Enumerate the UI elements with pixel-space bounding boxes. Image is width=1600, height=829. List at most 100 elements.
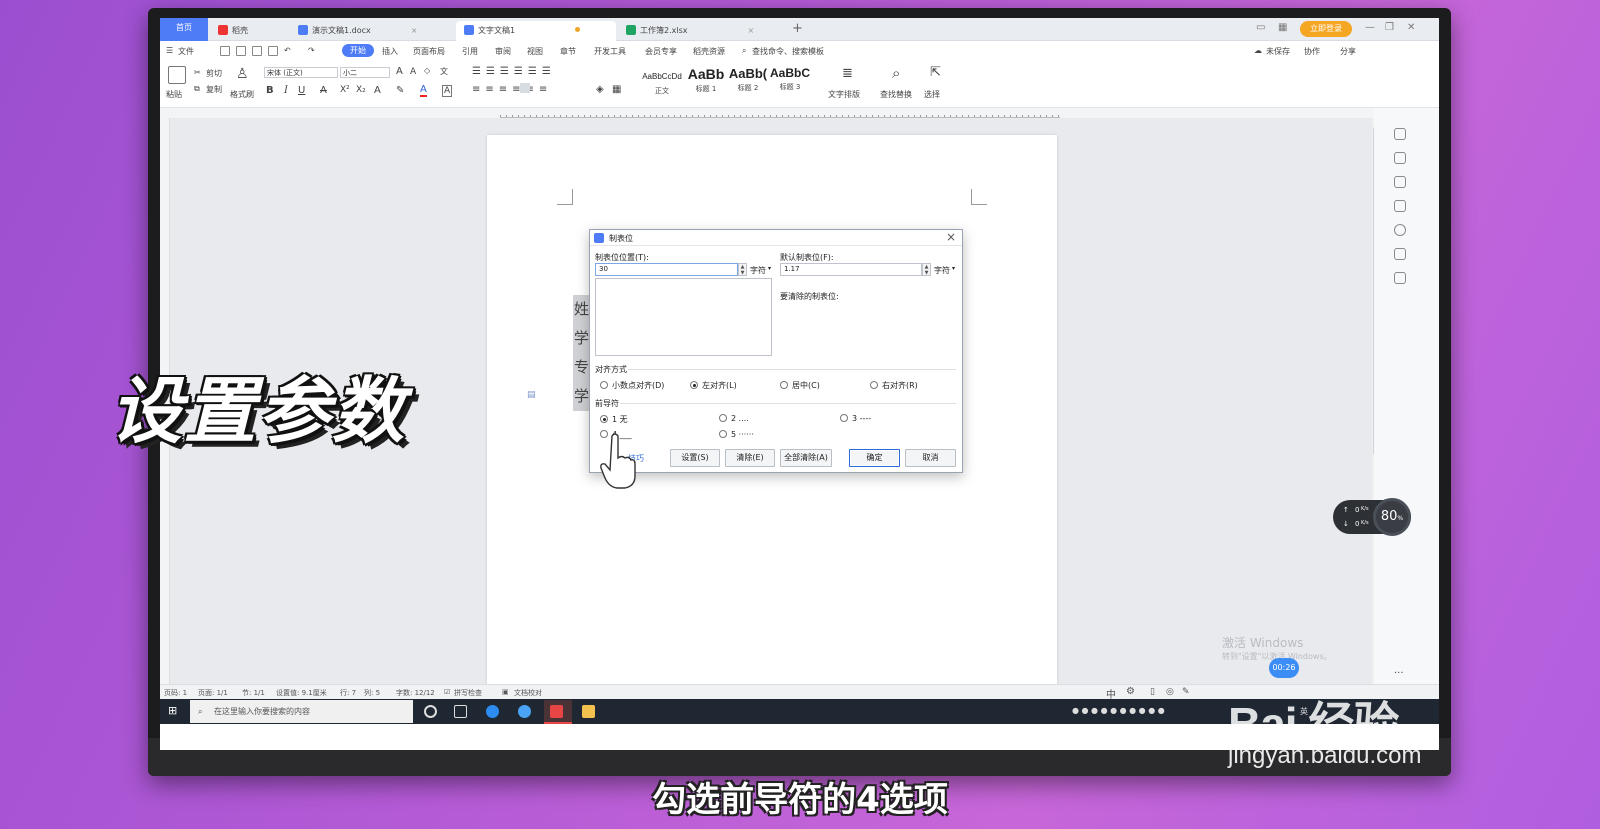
- size-select[interactable]: 小二: [340, 67, 390, 78]
- chevron-down-icon[interactable]: ▾: [952, 265, 955, 272]
- shading-icon[interactable]: ◈: [596, 84, 604, 95]
- tab-position-list[interactable]: [595, 278, 772, 356]
- font-grow-icon[interactable]: A: [396, 66, 403, 77]
- leader-dots-radio[interactable]: 2 ....: [719, 414, 749, 423]
- superscript-icon[interactable]: X²: [340, 85, 350, 95]
- share-button[interactable]: 分享: [1340, 46, 1356, 57]
- cortana-icon[interactable]: [424, 705, 437, 718]
- style-icon[interactable]: [1394, 128, 1406, 140]
- grid-icon[interactable]: ▦: [1278, 22, 1287, 33]
- menu-chapter[interactable]: 章节: [560, 46, 576, 57]
- tray-icons[interactable]: ● ● ● ● ● ● ● ● ● ●: [1072, 706, 1165, 715]
- redo-icon[interactable]: ↷: [308, 46, 315, 55]
- chevron-down-icon[interactable]: ▾: [768, 265, 771, 272]
- menu-reference[interactable]: 引用: [462, 46, 478, 57]
- char-border-icon[interactable]: A: [442, 85, 453, 97]
- new-tab-icon[interactable]: +: [792, 21, 803, 36]
- export-icon[interactable]: [236, 46, 246, 56]
- style-h2[interactable]: AaBb( 标题 2: [726, 66, 770, 96]
- save-icon[interactable]: [220, 46, 230, 56]
- minimize-icon[interactable]: —: [1365, 22, 1375, 33]
- pinyin-icon[interactable]: 文: [440, 66, 448, 77]
- menu-icon[interactable]: ☰: [166, 46, 173, 55]
- clear-all-button[interactable]: 全部清除(A): [780, 449, 832, 467]
- copy-button[interactable]: 复制: [206, 84, 222, 95]
- document-text[interactable]: 姓 学 专 学: [573, 295, 589, 411]
- menu-layout[interactable]: 页面布局: [413, 46, 445, 57]
- paste-button[interactable]: 粘贴: [166, 89, 182, 100]
- edge-icon[interactable]: [518, 705, 531, 718]
- default-tab-input[interactable]: 1.17: [780, 263, 922, 276]
- restore-icon[interactable]: ❐: [1385, 22, 1394, 33]
- map-pin-icon[interactable]: [1394, 272, 1406, 284]
- align-icons[interactable]: ≡≡≡≡≡≡: [472, 84, 552, 95]
- close-icon[interactable]: ×: [946, 230, 956, 244]
- print-icon[interactable]: [252, 46, 262, 56]
- settings-icon[interactable]: ⚙: [1126, 686, 1135, 697]
- share-screen-icon[interactable]: [1394, 248, 1406, 260]
- tab-docer[interactable]: 稻壳: [210, 21, 256, 41]
- format-painter-button[interactable]: 格式刷: [230, 89, 254, 100]
- default-tab-unit[interactable]: 字符: [934, 265, 950, 276]
- ok-button[interactable]: 确定: [849, 449, 900, 467]
- pointer-icon[interactable]: [1394, 176, 1406, 188]
- tab-home[interactable]: 首页: [160, 18, 208, 41]
- write-mode-icon[interactable]: ✎: [1182, 687, 1190, 697]
- menu-docer[interactable]: 稻壳资源: [693, 46, 725, 57]
- leader-none-radio[interactable]: 1 无: [600, 414, 628, 425]
- menu-review[interactable]: 审阅: [495, 46, 511, 57]
- close-icon[interactable]: ×: [748, 26, 755, 35]
- read-mode-icon[interactable]: ▯: [1150, 687, 1155, 697]
- align-decimal-radio[interactable]: 小数点对齐(D): [600, 380, 664, 391]
- login-button[interactable]: 立即登录: [1300, 21, 1352, 37]
- select-button[interactable]: 选择: [924, 89, 940, 100]
- windows-start-icon[interactable]: ⊞: [168, 704, 181, 717]
- tab-position-unit[interactable]: 字符: [750, 265, 766, 276]
- underline-icon[interactable]: U: [298, 85, 305, 96]
- font-shrink-icon[interactable]: A: [410, 67, 416, 77]
- align-right-radio[interactable]: 右对齐(R): [870, 380, 918, 391]
- menu-file[interactable]: 文件: [178, 46, 194, 57]
- paste-options-icon[interactable]: ▤: [527, 390, 536, 400]
- help-icon[interactable]: [1394, 224, 1406, 236]
- unsaved-label[interactable]: 未保存: [1266, 46, 1290, 57]
- border-icon[interactable]: ▦: [612, 84, 621, 95]
- strikethrough-icon[interactable]: A: [320, 85, 327, 96]
- web-mode-icon[interactable]: ◎: [1166, 687, 1174, 697]
- font-color-icon[interactable]: A: [420, 84, 427, 97]
- tab-position-input[interactable]: 30: [595, 263, 738, 276]
- tab-position-spinner[interactable]: ▲ ▼: [738, 263, 747, 276]
- menu-view[interactable]: 视图: [527, 46, 543, 57]
- menu-member[interactable]: 会员专享: [645, 46, 677, 57]
- font-select[interactable]: 宋体 (正文): [264, 67, 338, 78]
- text-effect-icon[interactable]: A: [374, 85, 381, 96]
- proofread-button[interactable]: 文档校对: [514, 688, 542, 698]
- align-center-radio[interactable]: 居中(C): [780, 380, 820, 391]
- highlight-icon[interactable]: ✎: [396, 85, 404, 96]
- menu-devtools[interactable]: 开发工具: [594, 46, 626, 57]
- text-layout-button[interactable]: 文字排版: [828, 89, 860, 100]
- clear-button[interactable]: 清除(E): [725, 449, 775, 467]
- close-window-icon[interactable]: ✕: [1407, 22, 1415, 33]
- status-words[interactable]: 字数: 12/12: [396, 688, 435, 698]
- layout-icon[interactable]: ▭: [1256, 22, 1265, 33]
- pen-icon[interactable]: [1394, 152, 1406, 164]
- subscript-icon[interactable]: X₂: [356, 85, 366, 95]
- menu-start[interactable]: 开始: [342, 44, 374, 57]
- menu-insert[interactable]: 插入: [382, 46, 398, 57]
- collab-button[interactable]: 协作: [1304, 46, 1320, 57]
- align-left-radio[interactable]: 左对齐(L): [690, 380, 737, 391]
- cancel-button[interactable]: 取消: [905, 449, 956, 467]
- style-normal[interactable]: AaBbCcDd 正文: [640, 66, 684, 96]
- style-h3[interactable]: AaBbC 标题 3: [768, 66, 812, 96]
- leader-dashes-radio[interactable]: 3 ----: [840, 414, 871, 423]
- find-replace-button[interactable]: 查找替换: [880, 89, 912, 100]
- task-view-icon[interactable]: [454, 705, 467, 718]
- eraser-icon[interactable]: ◇: [424, 66, 430, 75]
- close-icon[interactable]: ×: [411, 26, 418, 35]
- taskbar-search[interactable]: ⌕ 在这里输入你要搜索的内容: [190, 700, 413, 723]
- folder-icon[interactable]: [582, 705, 595, 718]
- spell-check-button[interactable]: 拼写检查: [454, 688, 482, 698]
- status-page[interactable]: 页码: 1: [164, 688, 187, 698]
- list-icons[interactable]: ☰☰☰☰☰☰: [472, 66, 556, 77]
